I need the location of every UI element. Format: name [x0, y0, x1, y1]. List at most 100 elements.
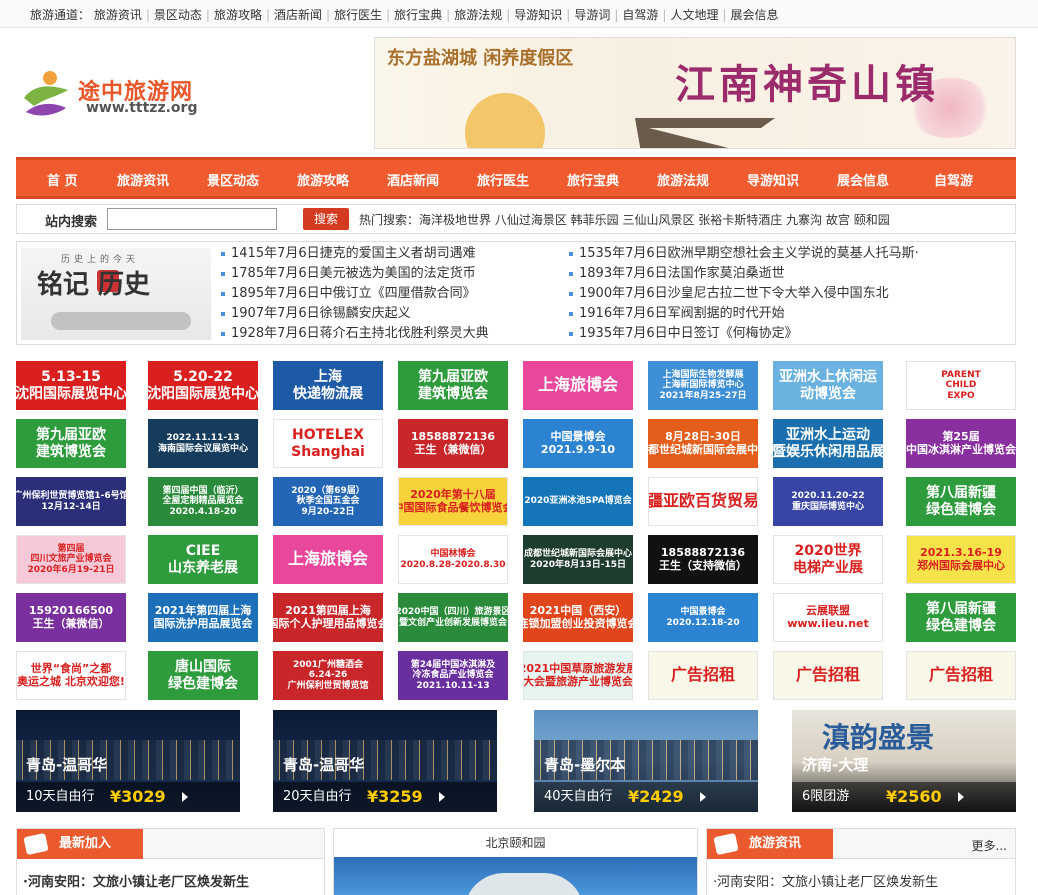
history-item[interactable]: 1415年7月6日捷克的爱国主义者胡司遇难	[219, 244, 489, 264]
photo-feature[interactable]: 北京颐和园	[333, 828, 698, 895]
nav-item[interactable]: 旅行医生	[477, 170, 529, 189]
history-item[interactable]: 1900年7月6日沙皇尼古拉二世下令大举入侵中国东北	[567, 284, 919, 304]
exhibition-ad[interactable]: 2021.3.16-19 郑州国际会展中心	[906, 535, 1016, 584]
nav-item[interactable]: 旅游法规	[657, 170, 709, 189]
tour-card[interactable]: 滇韵盛景 济南-大理 6限团游 ¥2560	[792, 710, 1016, 812]
exhibition-ad[interactable]: 中国景博会 2021.9.9-10	[523, 419, 633, 468]
exhibition-ad[interactable]: 中国林博会 2020.8.28-2020.8.30	[398, 535, 508, 584]
exhibition-ad[interactable]: 唐山国际 绿色建博会	[148, 651, 258, 700]
nav-item[interactable]: 旅游攻略	[297, 170, 349, 189]
exhibition-ad[interactable]: 2001广州糖酒会 6.24-26 广州保利世贸博览馆	[273, 651, 383, 700]
news-item[interactable]: ·河南安阳：文旅小镇让老厂区焕发新生	[713, 871, 938, 890]
history-item[interactable]: 1907年7月6日徐锡麟安庆起义	[219, 304, 489, 324]
exhibition-ad[interactable]: 上海国际生物发酵展 上海新国际博览中心 2021年8月25-27日	[648, 361, 758, 410]
exhibition-ad[interactable]: 新疆亚欧百货贸易展	[648, 477, 758, 526]
exhibition-ad[interactable]: 第九届亚欧 建筑博览会	[16, 419, 126, 468]
exhibition-ad[interactable]: 上海 快递物流展	[273, 361, 383, 410]
exhibition-ad[interactable]: 亚洲水上休闲运 动博览会	[773, 361, 883, 410]
news-tab[interactable]: 旅游资讯	[707, 829, 833, 859]
search-button[interactable]: 搜索	[303, 208, 349, 230]
latest-item[interactable]: ·河南安阳：文旅小镇让老厂区焕发新生	[23, 871, 249, 890]
tour-card[interactable]: 青岛-墨尔本 40天自由行 ¥2429	[534, 710, 758, 812]
exhibition-ad[interactable]: 广告招租	[648, 651, 758, 700]
history-item[interactable]: 1916年7月6日军阀割据的时代开始	[567, 304, 919, 324]
channel-link[interactable]: 旅行医生	[334, 6, 382, 23]
exhibition-ad[interactable]: 2021中国（西安） 连锁加盟创业投资博览会	[523, 593, 633, 642]
exhibition-ad[interactable]: 2020中国（四川）旅游景区 暨文创产业创新发展博览会	[398, 593, 508, 642]
tour-card[interactable]: 青岛-温哥华 10天自由行 ¥3029	[16, 710, 240, 812]
exhibition-ad[interactable]: 云展联盟 www.iieu.net	[773, 593, 883, 642]
exhibition-ad[interactable]: 第九届亚欧 建筑博览会	[398, 361, 508, 410]
exhibition-ad[interactable]: 5.13-15 沈阳国际展览中心	[16, 361, 126, 410]
channel-separator: |	[446, 8, 451, 22]
exhibition-ad[interactable]: 2020年第十八届 中国国际食品餐饮博览会	[398, 477, 508, 526]
exhibition-ad[interactable]: 广告招租	[773, 651, 883, 700]
channel-link[interactable]: 人文地理	[670, 6, 718, 23]
exhibition-ad[interactable]: 广州保利世贸博览馆1-6号馆 12月12-14日	[16, 477, 126, 526]
exhibition-ad[interactable]: 8月28日-30日 成都世纪城新国际会展中心	[648, 419, 758, 468]
channel-link[interactable]: 展会信息	[731, 6, 779, 23]
exhibition-ad[interactable]: HOTELEX Shanghai	[273, 419, 383, 468]
nav-item[interactable]: 导游知识	[747, 170, 799, 189]
history-item[interactable]: 1535年7月6日欧洲早期空想社会主义学说的莫基人托马斯·	[567, 244, 919, 264]
exhibition-ad[interactable]: PARENT CHILD EXPO	[906, 361, 1016, 410]
exhibition-ad[interactable]: 18588872136 王生（兼微信）	[398, 419, 508, 468]
exhibition-ad[interactable]: 18588872136 王生（支持微信）	[648, 535, 758, 584]
channel-link[interactable]: 酒店新闻	[274, 6, 322, 23]
exhibition-ad[interactable]: 上海旅博会	[523, 361, 633, 410]
exhibition-ad[interactable]: 2022.11.11-13 海南国际会议展览中心	[148, 419, 258, 468]
exhibition-ad[interactable]: 15920166500 王生（兼微信）	[16, 593, 126, 642]
exhibition-ad[interactable]: 成都世纪城新国际会展中心 2020年8月13日-15日	[523, 535, 633, 584]
channel-link[interactable]: 旅行宝典	[394, 6, 442, 23]
channel-link[interactable]: 旅游法规	[454, 6, 502, 23]
exhibition-ad[interactable]: 广告招租	[906, 651, 1016, 700]
exhibition-ad[interactable]: 2020世界 电梯产业展	[773, 535, 883, 584]
exhibition-ad[interactable]: 第八届新疆 绿色建博会	[906, 477, 1016, 526]
nav-item[interactable]: 酒店新闻	[387, 170, 439, 189]
more-link[interactable]: 更多...	[972, 837, 1007, 854]
history-item[interactable]: 1893年7月6日法国作家莫泊桑逝世	[567, 264, 919, 284]
exhibition-ad[interactable]: 第四届 四川文旅产业博览会 2020年6月19-21日	[16, 535, 126, 584]
exhibition-ad[interactable]: 2021中国草原旅游发展 大会暨旅游产业博览会	[523, 651, 633, 700]
exhibition-ad[interactable]: 亚洲水上运动 暨娱乐休闲用品展	[773, 419, 883, 468]
latest-tab[interactable]: 最新加入	[17, 829, 143, 859]
exhibition-ad[interactable]: 2020.11.20-22 重庆国际博览中心	[773, 477, 883, 526]
exhibition-ad[interactable]: 2020（第69届） 秋季全国五金会 9月20-22日	[273, 477, 383, 526]
nav-item[interactable]: 旅游资讯	[117, 170, 169, 189]
nav-item[interactable]: 自驾游	[934, 170, 973, 189]
history-item[interactable]: 1935年7月6日中日签订《何梅协定》	[567, 324, 919, 344]
exhibition-ad[interactable]: 上海旅博会	[273, 535, 383, 584]
exhibition-ad[interactable]: 2021年第四届上海 国际洗护用品展览会	[148, 593, 258, 642]
exhibition-ad[interactable]: 2021第四届上海 国际个人护理用品博览会	[273, 593, 383, 642]
channel-link[interactable]: 导游词	[574, 6, 610, 23]
nav-item[interactable]: 展会信息	[837, 170, 889, 189]
exhibition-ad[interactable]: 2020亚洲冰池SPA博览会	[523, 477, 633, 526]
history-item[interactable]: 1895年7月6日中俄订立《四厘借款合同》	[219, 284, 489, 304]
book-icon	[713, 832, 739, 856]
tour-card[interactable]: 青岛-温哥华 20天自由行 ¥3259	[273, 710, 497, 812]
site-logo[interactable]: 途中旅游网 www.tttzz.org	[18, 62, 218, 122]
channel-separator: |	[722, 8, 727, 22]
exhibition-ad[interactable]: CIEE 山东养老展	[148, 535, 258, 584]
exhibition-ad[interactable]: 世界“食尚”之都 奥运之城 北京欢迎您!	[16, 651, 126, 700]
exhibition-ad[interactable]: 第25届 中国冰淇淋产业博览会	[906, 419, 1016, 468]
nav-item[interactable]: 旅行宝典	[567, 170, 619, 189]
exhibition-ad[interactable]: 中国景博会 2020.12.18-20	[648, 593, 758, 642]
exhibition-ad[interactable]: 第八届新疆 绿色建博会	[906, 593, 1016, 642]
history-image[interactable]: 历史上的今天 铭记 历史	[21, 248, 211, 340]
nav-item[interactable]: 首 页	[47, 170, 78, 189]
top-banner-ad[interactable]: 东方盐湖城 闲养度假区 江南神奇山镇	[374, 37, 1016, 149]
channel-link[interactable]: 自驾游	[622, 6, 658, 23]
nav-item[interactable]: 景区动态	[207, 170, 259, 189]
history-item[interactable]: 1785年7月6日美元被选为美国的法定货币	[219, 264, 489, 284]
exhibition-ad[interactable]: 第24届中国冰淇淋及 冷冻食品产业博览会 2021.10.11-13	[398, 651, 508, 700]
exhibition-ad[interactable]: 5.20-22 沈阳国际展览中心	[148, 361, 258, 410]
hot-search-keywords[interactable]: 热门搜索：海洋极地世界 八仙过海景区 韩菲乐园 三仙山风景区 张裕卡斯特酒庄 九…	[359, 211, 890, 228]
exhibition-ad[interactable]: 第四届中国（临沂） 全屋定制精品展览会 2020.4.18-20	[148, 477, 258, 526]
search-input[interactable]	[107, 208, 277, 230]
channel-link[interactable]: 导游知识	[514, 6, 562, 23]
channel-link[interactable]: 旅游攻略	[214, 6, 262, 23]
history-item[interactable]: 1928年7月6日蒋介石主持北伐胜利祭灵大典	[219, 324, 489, 344]
channel-link[interactable]: 景区动态	[154, 6, 202, 23]
channel-link[interactable]: 旅游资讯	[94, 6, 142, 23]
